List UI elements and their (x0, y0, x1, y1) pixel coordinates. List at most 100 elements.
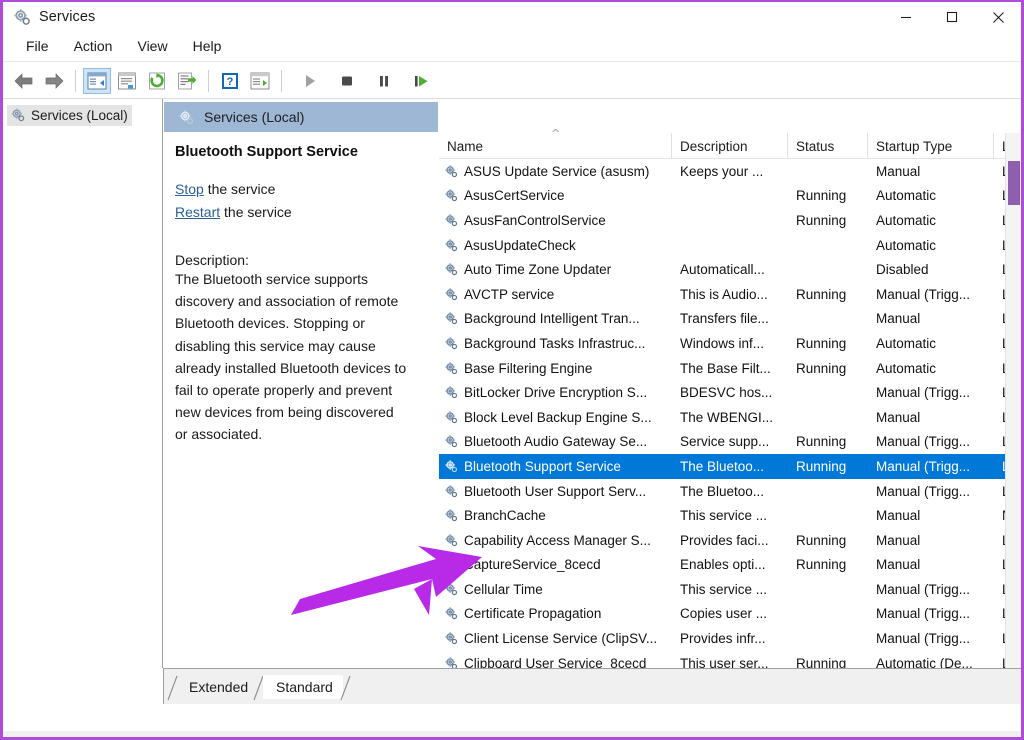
service-row[interactable]: Base Filtering Engine The Base Filt... Run… (439, 356, 1021, 381)
forward-button[interactable] (40, 68, 68, 94)
restart-service-link[interactable]: Restart (175, 204, 220, 220)
service-name-cell: AsusFanControlService (439, 213, 672, 228)
service-row[interactable]: AVCTP service This is Audio... Running Manu… (439, 282, 1021, 307)
service-startup-cell: Manual (876, 311, 921, 327)
service-status-cell: Running (796, 458, 847, 474)
stop-service-link[interactable]: Stop (175, 181, 204, 197)
service-startup-cell: Manual (Trigg... (876, 606, 971, 622)
service-row[interactable]: Capability Access Manager S... Provides f… (439, 528, 1021, 553)
export-list-button[interactable] (173, 68, 201, 94)
service-startup-cell: Automatic (876, 237, 937, 253)
gear-service-icon (444, 336, 459, 351)
service-row[interactable]: BitLocker Drive Encryption S... BDESVC ho… (439, 380, 1021, 405)
gear-service-icon (444, 213, 459, 228)
close-icon[interactable] (975, 2, 1021, 32)
service-name-cell: Background Intelligent Tran... (439, 311, 672, 326)
service-name-label: Bluetooth Support Service (464, 458, 621, 474)
gear-service-icon (444, 238, 459, 253)
menu-help[interactable]: Help (181, 35, 234, 58)
gear-service-icon (444, 508, 459, 523)
service-row[interactable]: Bluetooth Audio Gateway Se... Service sup… (439, 430, 1021, 455)
show-action-pane-button[interactable] (246, 68, 274, 94)
column-header-description[interactable]: Description (672, 133, 788, 159)
question-mark-icon[interactable]: ? (216, 68, 244, 94)
restart-service-button[interactable] (407, 68, 435, 94)
service-description-cell: Provides infr... (680, 631, 766, 647)
service-name-cell: Auto Time Zone Updater (439, 262, 672, 277)
service-row[interactable]: Cellular Time This service ... Manual (Tri… (439, 577, 1021, 602)
gear-service-icon (444, 361, 459, 376)
service-description-cell: The Bluetoo... (680, 458, 765, 474)
service-description-cell: Windows inf... (680, 335, 765, 351)
service-startup-cell: Disabled (876, 262, 929, 278)
service-row[interactable]: AsusCertServiceRunningAutomaticLoc (439, 184, 1021, 209)
column-header-name[interactable]: Name (439, 133, 672, 159)
vertical-scrollbar-thumb[interactable] (1008, 161, 1020, 205)
service-startup-cell: Manual (Trigg... (876, 434, 971, 450)
show-hide-console-tree-button[interactable] (83, 67, 111, 94)
service-row[interactable]: Background Tasks Infrastruc... Windows in… (439, 331, 1021, 356)
service-row[interactable]: AsusFanControlServiceRunningAutomaticLoc (439, 208, 1021, 233)
service-row[interactable]: Bluetooth Support Service The Bluetoo... R… (439, 454, 1021, 479)
properties-window-button[interactable] (113, 68, 141, 94)
refresh-button[interactable] (143, 68, 171, 94)
service-name-cell: BitLocker Drive Encryption S... (439, 385, 672, 400)
service-row[interactable]: Client License Service (ClipSV... Provide… (439, 626, 1021, 651)
service-status-cell: Running (796, 532, 847, 548)
service-detail-pane: Bluetooth Support Service Stop the servi… (164, 132, 438, 704)
service-name-label: AVCTP service (464, 286, 555, 302)
service-description-cell: Keeps your ... (680, 163, 764, 179)
tab-extended[interactable]: Extended (176, 675, 258, 699)
services-window: Services File Action View Help ? Service… (0, 0, 1024, 740)
service-name-label: CaptureService_8cecd (464, 557, 601, 573)
stop-service-button[interactable] (333, 68, 361, 94)
service-row[interactable]: Auto Time Zone Updater Automaticall... Dis… (439, 257, 1021, 282)
service-name-cell: AsusUpdateCheck (439, 238, 672, 253)
menu-action[interactable]: Action (62, 35, 125, 58)
menu-file[interactable]: File (14, 35, 61, 58)
pause-service-button[interactable] (370, 68, 398, 94)
gear-service-icon (444, 434, 459, 449)
service-description-cell: This service ... (680, 581, 768, 597)
list-view-rows: ASUS Update Service (asusm) Keeps your ..… (439, 159, 1021, 681)
service-description-cell: Transfers file... (680, 311, 769, 327)
column-header-status[interactable]: Status (788, 133, 868, 159)
tab-standard[interactable]: Standard (263, 675, 343, 699)
service-name-label: Bluetooth Audio Gateway Se... (464, 434, 648, 450)
stop-service-action: Stop the service (175, 178, 428, 201)
gear-service-icon (444, 188, 459, 203)
service-name-cell: Bluetooth Support Service (439, 459, 672, 474)
service-row[interactable]: Block Level Backup Engine S... The WBENGI… (439, 405, 1021, 430)
gear-service-icon (444, 262, 459, 277)
gear-service-icon (444, 385, 459, 400)
service-status-cell: Running (796, 212, 847, 228)
service-status-cell: Running (796, 557, 847, 573)
service-row[interactable]: ASUS Update Service (asusm) Keeps your ..… (439, 159, 1021, 184)
service-name-label: AsusUpdateCheck (464, 237, 576, 253)
tree-item-services-local[interactable]: Services (Local) (7, 105, 132, 126)
vertical-scrollbar[interactable] (1005, 133, 1021, 704)
service-row[interactable]: AsusUpdateCheckAutomaticLoc (439, 233, 1021, 258)
service-startup-cell: Manual (Trigg... (876, 581, 971, 597)
service-name-cell: Client License Service (ClipSV... (439, 631, 672, 646)
gear-service-icon (444, 484, 459, 499)
service-name-label: AsusCertService (464, 188, 565, 204)
service-description-cell: This is Audio... (680, 286, 768, 302)
service-row[interactable]: Certificate Propagation Copies user ... Ma… (439, 602, 1021, 627)
menu-bar: File Action View Help (3, 32, 1021, 62)
maximize-icon[interactable] (929, 2, 975, 32)
minimize-icon[interactable] (883, 2, 929, 32)
menu-view[interactable]: View (125, 35, 179, 58)
service-name-label: Bluetooth User Support Serv... (464, 483, 647, 499)
service-row[interactable]: CaptureService_8cecd Enables opti... Runni… (439, 553, 1021, 578)
service-name-cell: Bluetooth User Support Serv... (439, 484, 672, 499)
service-row[interactable]: Background Intelligent Tran... Transfers … (439, 307, 1021, 332)
service-row[interactable]: Bluetooth User Support Serv... The Blueto… (439, 479, 1021, 504)
service-row[interactable]: BranchCacheThis service ...ManualNe (439, 503, 1021, 528)
back-button[interactable] (10, 68, 38, 94)
results-pane-header: Services (Local) (164, 102, 438, 132)
start-service-button[interactable] (296, 68, 324, 94)
toolbar: ? (3, 63, 1021, 99)
service-name-cell: AVCTP service (439, 287, 672, 302)
column-header-startup-type[interactable]: Startup Type (868, 133, 994, 159)
